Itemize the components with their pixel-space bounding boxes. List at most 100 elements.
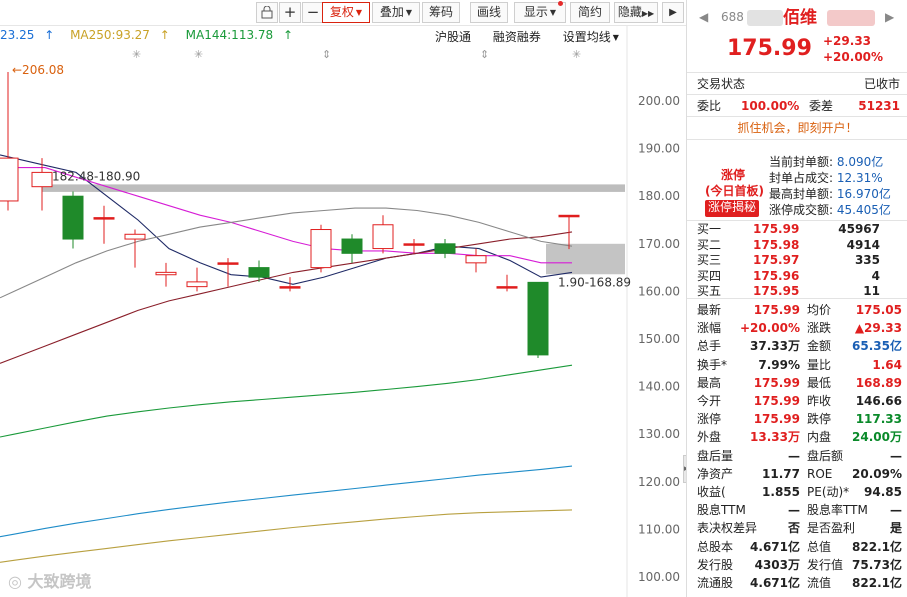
display-button[interactable]: 显示 ▼ bbox=[514, 1, 566, 23]
event-star-icon[interactable]: ✳ bbox=[572, 48, 581, 61]
stat-value: 11.77 bbox=[762, 466, 800, 481]
stat-row: 流通股 4.671亿 流值 822.1亿 bbox=[687, 574, 907, 592]
bid-row[interactable]: 买三 175.97 335 bbox=[687, 253, 907, 268]
candle-body bbox=[434, 243, 456, 254]
zoom-in-icon[interactable]: + bbox=[279, 2, 301, 23]
seal-stat-value: 45.405亿 bbox=[836, 203, 891, 217]
candle-body bbox=[465, 255, 487, 264]
candle-body bbox=[527, 281, 549, 356]
stat-value: 175.05 bbox=[855, 303, 902, 317]
bid-row[interactable]: 买一 175.99 45967 bbox=[687, 222, 907, 237]
order-diff-label: 委差 bbox=[809, 99, 834, 113]
candle-body bbox=[372, 224, 394, 250]
stat-value: 65.35亿 bbox=[852, 339, 902, 354]
stat-value: 否 bbox=[787, 521, 800, 536]
event-arrow-icon[interactable]: ⇕ bbox=[480, 48, 489, 61]
bid-row[interactable]: 买五 175.95 11 bbox=[687, 284, 907, 299]
kline-chart-area[interactable]: 200.00 190.00 180.00 170.00 160.00 150.00 140.… bbox=[0, 0, 686, 597]
bid-price: 175.95 bbox=[753, 284, 800, 298]
y-tick-label: 130.00 bbox=[638, 427, 680, 441]
lock-icon[interactable] bbox=[256, 2, 278, 23]
order-diff-value: 51231 bbox=[858, 99, 900, 113]
event-arrow-icon[interactable]: ⇕ bbox=[322, 48, 331, 61]
stat-label: 股息TTM bbox=[697, 503, 746, 518]
display-label: 显示 bbox=[523, 5, 548, 19]
bid-level-label: 买一 bbox=[697, 222, 722, 236]
watermark: ◎ 大致跨境 bbox=[8, 568, 92, 592]
restore-rights-button[interactable]: 复权 ▼ bbox=[322, 2, 370, 23]
stat-value: 822.1亿 bbox=[852, 539, 902, 554]
hk-connect-link[interactable]: 沪股通 bbox=[435, 30, 471, 44]
order-ratio-row: 委比 100.00% 委差 51231 bbox=[687, 97, 907, 115]
stat-label: 总值 bbox=[807, 539, 832, 554]
overlay-button[interactable]: 叠加 ▼ bbox=[372, 2, 420, 23]
stat-value: 146.66 bbox=[855, 394, 902, 408]
candle-body bbox=[31, 171, 53, 188]
stat-row: 今开 175.99 昨收 146.66 bbox=[687, 392, 907, 410]
hide-button[interactable]: 隐藏▶▶ bbox=[614, 2, 658, 23]
event-star-icon[interactable]: ✳ bbox=[132, 48, 141, 61]
stat-label: 流通股 bbox=[697, 576, 734, 590]
stat-label: 跌停 bbox=[807, 412, 832, 427]
price-change-pct: +20.00% bbox=[823, 50, 884, 64]
candle-body bbox=[93, 217, 115, 220]
trade-status-row: 交易状态 已收市 bbox=[687, 75, 907, 93]
bid-row[interactable]: 买四 175.96 4 bbox=[687, 269, 907, 284]
stat-label: 金额 bbox=[807, 339, 832, 354]
stock-code: 688 bbox=[721, 10, 744, 24]
stat-label: 总股本 bbox=[697, 539, 734, 554]
candle-body bbox=[186, 281, 208, 288]
stat-label: 发行股 bbox=[697, 557, 734, 572]
zoom-out-icon[interactable]: − bbox=[302, 2, 324, 23]
seal-stat-label: 封单占成交: bbox=[769, 171, 834, 185]
stat-row: 涨幅 +20.00% 涨跌 ▲29.33 bbox=[687, 319, 907, 337]
order-ratio-label: 委比 bbox=[697, 99, 722, 113]
stat-label: 表决权差异 bbox=[697, 521, 758, 536]
trade-status-label: 交易状态 bbox=[697, 77, 746, 91]
draw-line-button[interactable]: 画线 bbox=[470, 2, 508, 23]
stat-row: 总手 37.33万 金额 65.35亿 bbox=[687, 337, 907, 355]
kline-chart[interactable]: 200.00 190.00 180.00 170.00 160.00 150.00 140.… bbox=[0, 0, 686, 597]
stat-label: 盘后额 bbox=[807, 448, 844, 463]
collapse-right-icon[interactable]: ▶ bbox=[662, 2, 684, 23]
seal-stat-row: 最高封单额: 16.970亿 bbox=[769, 186, 891, 202]
stat-label: 换手* bbox=[697, 357, 728, 372]
stat-row: 盘后量 — 盘后额 — bbox=[687, 447, 907, 465]
y-tick-label: 140.00 bbox=[638, 380, 680, 394]
stat-label: 最低 bbox=[807, 375, 832, 390]
event-star-icon[interactable]: ✳ bbox=[194, 48, 203, 61]
stat-value: 37.33万 bbox=[750, 339, 800, 354]
stat-label: 均价 bbox=[807, 303, 832, 317]
bid-price: 175.99 bbox=[753, 222, 800, 236]
chips-button[interactable]: 筹码 bbox=[422, 2, 460, 23]
stat-row: 发行股 4303万 发行值 75.73亿 bbox=[687, 556, 907, 574]
stat-label: 今开 bbox=[697, 394, 722, 408]
set-ma-menu[interactable]: 设置均线 ▼ bbox=[563, 30, 619, 44]
last-price: 175.99 bbox=[727, 36, 812, 61]
chart-sub-menu: 沪股通 融资融券 设置均线 ▼ bbox=[435, 28, 619, 45]
order-ratio-value: 100.00% bbox=[741, 99, 800, 113]
quote-panel: ◀ 688 佰维 ▶ 175.99 +29.33 +20.00% 交易状态 已收… bbox=[686, 0, 907, 597]
stat-label: 昨收 bbox=[807, 394, 832, 408]
seal-stat-label: 涨停成交额: bbox=[769, 203, 834, 217]
stat-label: 内盘 bbox=[807, 430, 832, 445]
ma-line-ma144 bbox=[0, 465, 573, 538]
stock-header: ◀ 688 佰维 ▶ bbox=[687, 8, 907, 28]
limit-up-reveal-button[interactable]: 涨停揭秘 bbox=[705, 200, 760, 217]
margin-trading-link[interactable]: 融资融券 bbox=[493, 30, 541, 44]
y-tick-label: 180.00 bbox=[638, 189, 680, 203]
candle-body bbox=[496, 286, 518, 289]
stat-value: — bbox=[890, 503, 902, 518]
prev-stock-icon[interactable]: ◀ bbox=[699, 8, 708, 26]
stat-value: +20.00% bbox=[739, 321, 800, 336]
stat-label: 是否盈利 bbox=[807, 521, 856, 536]
next-stock-icon[interactable]: ▶ bbox=[885, 8, 894, 26]
stat-value: 175.99 bbox=[753, 412, 800, 427]
simple-button[interactable]: 简约 bbox=[570, 2, 610, 23]
ma-line-ma250 bbox=[0, 509, 573, 563]
seal-stats: 当前封单额: 8.090亿 封单占成交: 12.31% 最高封单额: 16.97… bbox=[769, 154, 891, 218]
stat-label: 盘后量 bbox=[697, 448, 734, 463]
open-account-link[interactable]: 抓住机会，即刻开户！ bbox=[687, 119, 907, 137]
bid-level-label: 买三 bbox=[697, 253, 722, 267]
bid-row[interactable]: 买二 175.98 4914 bbox=[687, 238, 907, 253]
